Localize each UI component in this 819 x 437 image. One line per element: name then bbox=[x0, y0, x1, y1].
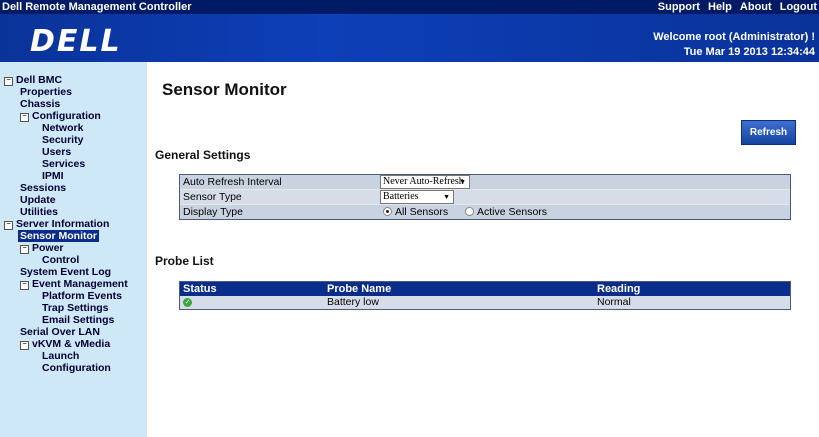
tree-label: Configuration bbox=[32, 110, 101, 122]
probe-name-cell: Battery low bbox=[327, 296, 379, 308]
probe-list-heading: Probe List bbox=[155, 254, 214, 268]
table-row: ✓ Battery low Normal bbox=[180, 296, 790, 309]
tree-item-configuration[interactable]: − Configuration bbox=[20, 110, 101, 122]
tree-item-vkvm-vmedia[interactable]: − vKVM & vMedia bbox=[20, 338, 110, 350]
radio-unselected-icon bbox=[465, 207, 474, 216]
welcome-text: Welcome root (Administrator) ! bbox=[653, 31, 815, 43]
tree-item-chassis[interactable]: Chassis bbox=[20, 98, 60, 110]
all-sensors-radio[interactable]: All Sensors bbox=[383, 205, 448, 219]
tree-item-system-event-log[interactable]: System Event Log bbox=[20, 266, 111, 278]
tree-item-vkvm-configuration[interactable]: Configuration bbox=[42, 362, 111, 374]
tree-label: Server Information bbox=[16, 218, 110, 230]
sidebar-tree: − Dell BMC Properties Chassis − Configurat… bbox=[0, 62, 147, 437]
tree-item-server-information[interactable]: − Server Information bbox=[4, 218, 109, 230]
tree-item-platform-events[interactable]: Platform Events bbox=[42, 290, 122, 302]
auto-refresh-select[interactable]: Never Auto-Refresh ▼ bbox=[380, 175, 470, 189]
collapse-icon[interactable]: − bbox=[20, 341, 29, 350]
tree-item-utilities[interactable]: Utilities bbox=[20, 206, 58, 218]
tree-item-email-settings[interactable]: Email Settings bbox=[42, 314, 114, 326]
collapse-icon[interactable]: − bbox=[20, 113, 29, 122]
tree-item-security[interactable]: Security bbox=[42, 134, 83, 146]
tree-item-sensor-monitor[interactable]: Sensor Monitor bbox=[18, 230, 100, 242]
logout-link[interactable]: Logout bbox=[780, 1, 817, 13]
page-title: Sensor Monitor bbox=[162, 80, 287, 99]
collapse-icon[interactable]: − bbox=[20, 245, 29, 254]
radio-label: All Sensors bbox=[395, 206, 449, 218]
tree-item-network[interactable]: Network bbox=[42, 122, 83, 134]
tree-item-sessions[interactable]: Sessions bbox=[20, 182, 66, 194]
tree-label: vKVM & vMedia bbox=[32, 338, 111, 350]
column-header-probe-name: Probe Name bbox=[327, 283, 392, 295]
tree-item-power[interactable]: − Power bbox=[20, 242, 64, 254]
tree-item-event-management[interactable]: − Event Management bbox=[20, 278, 128, 290]
main-content: Sensor Monitor Refresh General Settings … bbox=[147, 62, 819, 437]
top-links: Support Help About Logout bbox=[653, 0, 817, 14]
collapse-icon[interactable]: − bbox=[4, 221, 13, 230]
dell-logo: DELL bbox=[30, 24, 122, 59]
app-title: Dell Remote Management Controller bbox=[2, 1, 192, 13]
radio-selected-icon bbox=[383, 207, 392, 216]
auto-refresh-value: Never Auto-Refresh bbox=[383, 176, 464, 187]
header-banner: DELL Welcome root (Administrator) ! Tue … bbox=[0, 14, 819, 62]
reading-cell: Normal bbox=[597, 296, 631, 308]
display-type-row: Display Type All Sensors Active Sensors bbox=[180, 204, 790, 219]
tree-item-users[interactable]: Users bbox=[42, 146, 71, 158]
collapse-icon[interactable]: − bbox=[20, 281, 29, 290]
help-link[interactable]: Help bbox=[708, 1, 732, 13]
sensor-type-value: Batteries bbox=[383, 191, 419, 202]
dropdown-arrow-icon: ▼ bbox=[459, 178, 466, 186]
radio-label: Active Sensors bbox=[477, 206, 548, 218]
tree-label: Dell BMC bbox=[16, 74, 63, 86]
tree-label: Power bbox=[32, 242, 64, 254]
welcome-block: Welcome root (Administrator) ! Tue Mar 1… bbox=[653, 30, 815, 60]
sensor-type-row: Sensor Type Batteries ▼ bbox=[180, 189, 790, 204]
tree-label: Event Management bbox=[32, 278, 128, 290]
probe-table-header: Status Probe Name Reading bbox=[180, 282, 790, 296]
support-link[interactable]: Support bbox=[658, 1, 700, 13]
tree-item-update[interactable]: Update bbox=[20, 194, 56, 206]
status-ok-icon: ✓ bbox=[183, 298, 192, 307]
general-settings-table: Auto Refresh Interval Never Auto-Refresh… bbox=[179, 174, 791, 220]
top-bar: Dell Remote Management Controller Suppor… bbox=[0, 0, 819, 14]
collapse-icon[interactable]: − bbox=[4, 77, 13, 86]
display-type-label: Display Type bbox=[183, 206, 243, 218]
about-link[interactable]: About bbox=[740, 1, 772, 13]
dropdown-arrow-icon: ▼ bbox=[443, 193, 450, 201]
datetime-text: Tue Mar 19 2013 12:34:44 bbox=[683, 46, 815, 58]
auto-refresh-label: Auto Refresh Interval bbox=[183, 176, 282, 188]
general-settings-heading: General Settings bbox=[155, 148, 251, 162]
tree-item-trap-settings[interactable]: Trap Settings bbox=[42, 302, 109, 314]
tree-item-serial-over-lan[interactable]: Serial Over LAN bbox=[20, 326, 100, 338]
tree-item-control[interactable]: Control bbox=[42, 254, 79, 266]
column-header-reading: Reading bbox=[597, 283, 641, 295]
refresh-button[interactable]: Refresh bbox=[741, 120, 796, 145]
column-header-status: Status bbox=[183, 283, 217, 295]
tree-item-services[interactable]: Services bbox=[42, 158, 85, 170]
sensor-type-select[interactable]: Batteries ▼ bbox=[380, 190, 454, 204]
tree-item-ipmi[interactable]: IPMI bbox=[42, 170, 64, 182]
probe-list-table: Status Probe Name Reading ✓ Battery low … bbox=[179, 281, 791, 310]
tree-item-properties[interactable]: Properties bbox=[20, 86, 72, 98]
active-sensors-radio[interactable]: Active Sensors bbox=[465, 205, 547, 219]
sensor-type-label: Sensor Type bbox=[183, 191, 242, 203]
auto-refresh-row: Auto Refresh Interval Never Auto-Refresh… bbox=[180, 175, 790, 189]
tree-item-launch[interactable]: Launch bbox=[42, 350, 79, 362]
tree-item-dell-bmc[interactable]: − Dell BMC bbox=[4, 74, 62, 86]
